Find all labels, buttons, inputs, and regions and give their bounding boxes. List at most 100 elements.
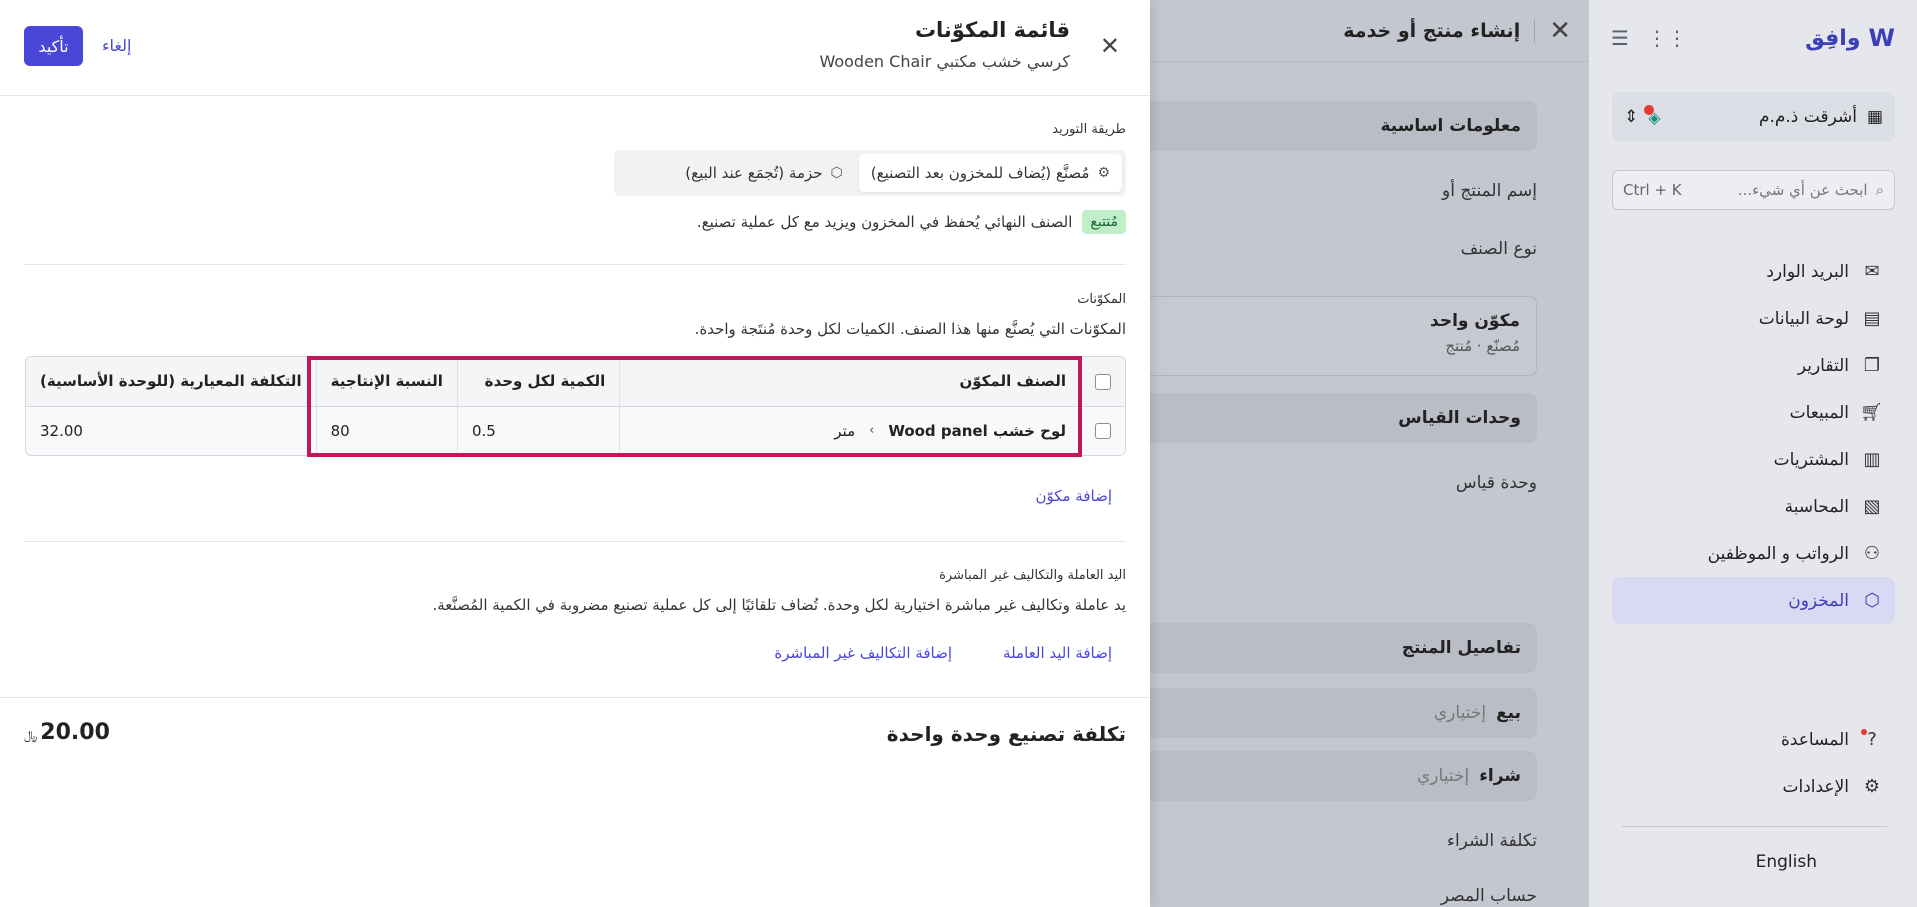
help-icon: ?	[1861, 729, 1883, 750]
sell-toggle-row[interactable]: بيع إختياري	[1137, 688, 1537, 738]
sidebar-top-icons: ⋮⋮ ☰	[1611, 26, 1687, 50]
component-name: لوح خشب Wood panel	[888, 421, 1066, 440]
buy-label: شراء	[1479, 766, 1521, 786]
supply-option-manufactured[interactable]: ⚙ مُصنَّع (يُضاف للمخزون بعد التصنيع)	[858, 154, 1122, 192]
org-notification-icon[interactable]: ◈	[1644, 104, 1661, 127]
inbox-icon: ✉	[1864, 261, 1880, 282]
sell-optional: إختياري	[1433, 703, 1487, 723]
column-header-yield[interactable]: النسبة الإنتاجية	[315, 357, 458, 407]
sidebar-item-help[interactable]: ? المساعدة	[1612, 716, 1895, 763]
add-component-button[interactable]: إضافة مكوّن	[1035, 487, 1112, 505]
item-type-card-subtitle: مُصنّع · مُنتج	[1445, 337, 1520, 355]
section-units[interactable]: وحدات القياس	[1137, 393, 1537, 443]
section-basic-info[interactable]: معلومات اساسية	[1137, 101, 1537, 151]
sidebar-item-inbox[interactable]: ✉ البريد الوارد	[1612, 248, 1895, 295]
sidebar-bottom-nav: ? المساعدة ⚙ الإعدادات	[1612, 716, 1895, 810]
org-name: أشرقت ذ.م.م	[1758, 107, 1857, 127]
buy-toggle-row[interactable]: شراء إختياري	[1137, 751, 1537, 801]
table-row: لوح خشب Wood panel › متر 0.5 80 32.00	[26, 406, 1125, 455]
labor-overhead-label: اليد العاملة والتكاليف غير المباشرة	[939, 568, 1126, 583]
sell-label: بيع	[1496, 703, 1521, 723]
column-header-qty[interactable]: الكمية لكل وحدة	[456, 357, 620, 407]
column-header-component[interactable]: الصنف المكوّن	[619, 357, 1081, 407]
receipt-icon: ▥	[1863, 449, 1881, 470]
labor-overhead-description: يد عاملة وتكاليف غير مباشرة اختيارية لكل…	[432, 596, 1127, 614]
collapse-sidebar-icon[interactable]: ☰	[1611, 26, 1629, 50]
sidebar-item-label: لوحة البيانات	[1758, 308, 1849, 329]
select-all-checkbox[interactable]	[1095, 373, 1111, 390]
chevron-right-icon: ›	[869, 423, 875, 439]
sidebar-item-label: التقارير	[1797, 355, 1849, 376]
factory-icon: ⚙	[1097, 165, 1110, 181]
language-switch[interactable]: English	[1756, 852, 1817, 872]
row-checkbox[interactable]	[1095, 423, 1111, 440]
confirm-button[interactable]: تأكيد	[24, 26, 83, 66]
building-icon: ▦	[1866, 107, 1883, 127]
create-panel-header: ✕ إنشاء منتج أو خدمة	[1128, 0, 1589, 62]
reports-icon: ❐	[1863, 355, 1881, 376]
search-placeholder: ابحث عن أي شيء...	[1737, 181, 1868, 199]
tracked-badge: مُتتبع	[1082, 210, 1126, 234]
ledger-icon: ▧	[1863, 496, 1881, 517]
sidebar-item-reports[interactable]: ❐ التقارير	[1612, 342, 1895, 389]
app-logo[interactable]: W وافِق	[1805, 24, 1895, 52]
components-label: المكوّنات	[1077, 292, 1126, 307]
close-icon[interactable]: ✕	[1549, 16, 1571, 46]
cancel-button[interactable]: إلغاء	[102, 36, 131, 55]
users-icon: ⚇	[1863, 543, 1881, 564]
divider	[24, 541, 1126, 542]
apps-grid-icon[interactable]: ⋮⋮	[1647, 26, 1687, 50]
bom-modal: ✕ قائمة المكوّنات كرسي خشب مكتبي Wooden …	[0, 0, 1150, 907]
sidebar-item-label: المخزون	[1788, 590, 1849, 611]
sidebar-item-label: الإعدادات	[1782, 776, 1849, 797]
currency-icon: ﷼	[24, 728, 38, 742]
sidebar-item-accounting[interactable]: ▧ المحاسبة	[1612, 483, 1895, 530]
item-type-card-title: مكوّن واحد	[1430, 311, 1520, 331]
sidebar-item-dashboard[interactable]: ▤ لوحة البيانات	[1612, 295, 1895, 342]
sidebar-item-sales[interactable]: 🛒︎ المبيعات	[1612, 389, 1895, 436]
unit-cost-amount: 20.00	[40, 720, 110, 745]
sidebar-item-label: المشتريات	[1773, 449, 1849, 470]
sidebar-item-label: الرواتب و الموظفين	[1707, 543, 1849, 564]
purchase-cost-label: تكلفة الشراء	[1446, 831, 1537, 851]
sidebar-item-inventory[interactable]: ⬡ المخزون	[1612, 577, 1895, 624]
logo-mark-icon: W	[1868, 24, 1895, 52]
search-shortcut: Ctrl + K	[1623, 181, 1682, 199]
unit-cost-value: ﷼ 20.00	[24, 720, 110, 745]
sidebar-item-label: المحاسبة	[1784, 496, 1849, 517]
qty-cell[interactable]: 0.5	[456, 406, 620, 455]
sidebar-item-payroll[interactable]: ⚇ الرواتب و الموظفين	[1612, 530, 1895, 577]
add-labor-button[interactable]: إضافة اليد العاملة	[1003, 644, 1112, 662]
component-cell[interactable]: لوح خشب Wood panel › متر	[619, 406, 1081, 455]
chevron-updown-icon: ⇕	[1624, 107, 1639, 127]
components-table: الصنف المكوّن الكمية لكل وحدة النسبة الإ…	[25, 356, 1126, 456]
cart-icon: 🛒︎	[1860, 402, 1883, 423]
search-input[interactable]: ⌕ ابحث عن أي شيء... Ctrl + K	[1612, 170, 1895, 210]
buy-optional: إختياري	[1417, 766, 1470, 786]
add-overhead-button[interactable]: إضافة التكاليف غير المباشرة	[774, 644, 952, 662]
component-unit: متر	[834, 421, 856, 440]
sidebar-item-purchases[interactable]: ▥ المشتريات	[1612, 436, 1895, 483]
column-header-cost[interactable]: التكلفة المعيارية (للوحدة الأساسية)	[26, 357, 317, 407]
close-icon[interactable]: ✕	[1100, 32, 1120, 60]
item-type-label: نوع الصنف	[1460, 239, 1537, 259]
bom-header: ✕ قائمة المكوّنات كرسي خشب مكتبي Wooden …	[0, 0, 1150, 96]
supply-method-selector: ⚙ مُصنَّع (يُضاف للمخزون بعد التصنيع) ⬡ …	[614, 150, 1126, 196]
tracked-description: الصنف النهائي يُحفظ في المخزون ويزيد مع …	[696, 213, 1073, 231]
unit-cost-label: تكلفة تصنيع وحدة واحدة	[886, 722, 1126, 746]
gear-icon: ⚙	[1863, 776, 1881, 797]
divider	[24, 264, 1126, 265]
item-type-card[interactable]: مكوّن واحد مُصنّع · مُنتج	[1137, 296, 1537, 376]
cost-cell: 32.00	[26, 406, 317, 455]
package-icon: ⬡	[830, 165, 843, 181]
unit-label: وحدة قياس	[1455, 473, 1537, 493]
box-icon: ⬡	[1864, 590, 1880, 611]
yield-cell[interactable]: 80	[315, 406, 458, 455]
org-switcher[interactable]: ▦ أشرقت ذ.م.م ◈ ⇕	[1612, 92, 1895, 142]
bom-subtitle: كرسي خشب مكتبي Wooden Chair	[819, 52, 1070, 71]
divider	[1622, 826, 1887, 827]
sidebar-item-settings[interactable]: ⚙ الإعدادات	[1612, 763, 1895, 810]
supply-option-bundle[interactable]: ⬡ حزمة (تُجمَع عند البيع)	[673, 154, 855, 192]
select-all-cell	[1080, 357, 1125, 407]
section-product-details[interactable]: تفاصيل المنتج	[1137, 623, 1537, 673]
